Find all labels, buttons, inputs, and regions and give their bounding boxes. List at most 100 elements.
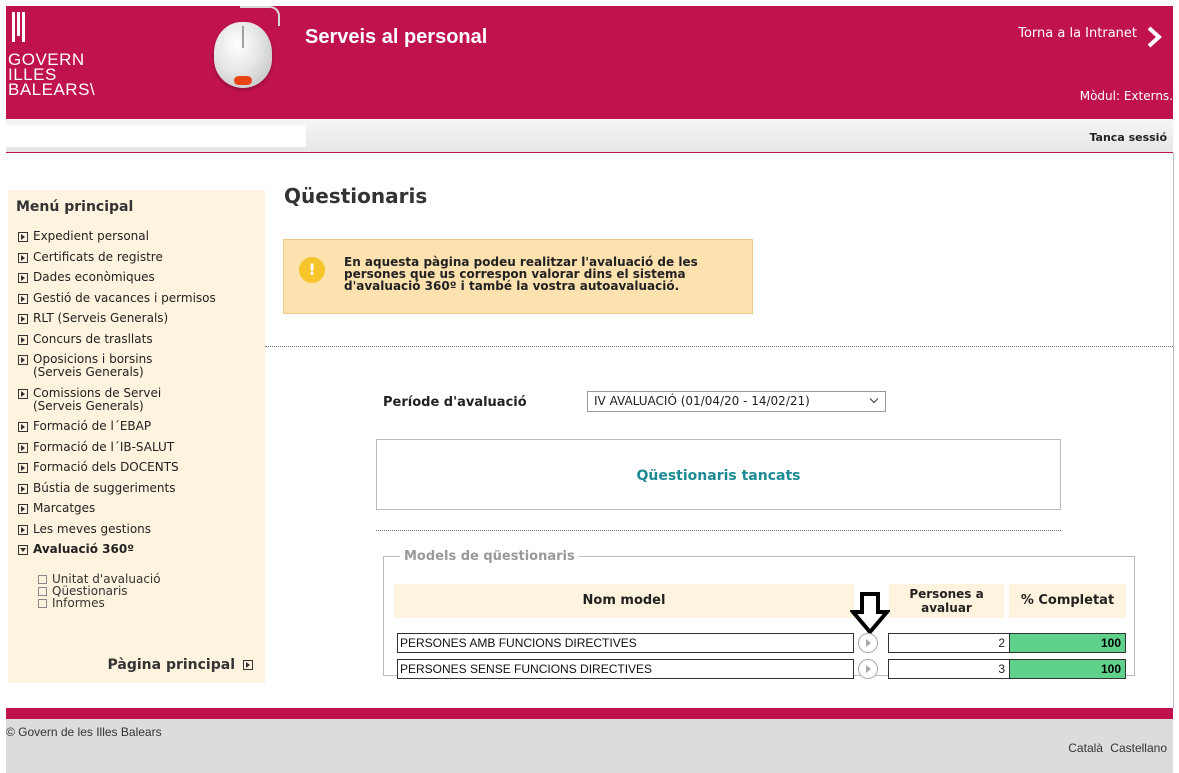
expand-icon	[18, 504, 28, 514]
completed-percent-cell: 100	[1009, 633, 1126, 653]
expand-icon	[18, 355, 28, 365]
persons-count-cell: 3	[888, 659, 1010, 679]
session-bar: Tanca sessió	[6, 119, 1173, 153]
logout-link[interactable]: Tanca sessió	[1089, 131, 1167, 144]
play-icon[interactable]	[858, 659, 878, 679]
copyright: © Govern de les Illes Balears	[6, 725, 162, 739]
sidebar-item-label: Comissions de Servei (Serveis Generals)	[33, 385, 162, 413]
info-notice: ! En aquesta pàgina podeu realitzar l'av…	[283, 239, 753, 314]
sidebar-item-rlt[interactable]: RLT (Serveis Generals)	[18, 312, 263, 325]
divider	[376, 530, 1061, 531]
sidebar-item-formacio-ibsalut[interactable]: Formació de l´IB-SALUT	[18, 439, 263, 454]
expand-icon	[18, 422, 28, 432]
submenu-item-informes[interactable]: Informes	[38, 597, 161, 609]
period-label: Període d'avaluació	[383, 395, 527, 410]
computer-mouse-icon	[214, 22, 272, 88]
bullet-icon	[38, 574, 47, 584]
content-border	[1173, 153, 1174, 708]
expand-icon	[18, 252, 28, 263]
home-page-label: Pàgina principal	[107, 657, 236, 673]
sidebar-item-label: Formació de l´IB-SALUT	[33, 439, 175, 454]
column-header-completed: % Completat	[1009, 584, 1126, 618]
sidebar-item-label: Concurs de trasllats	[33, 331, 153, 346]
notice-text: En aquesta pàgina podeu realitzar l'aval…	[344, 255, 698, 293]
persons-count-cell: 2	[888, 633, 1010, 653]
sidebar-item-label: Formació de l´EBAP	[33, 419, 152, 433]
bullet-icon	[38, 586, 47, 596]
user-name-area	[6, 125, 306, 147]
period-select-value: IV AVALUACIÓ (01/04/20 - 14/02/21)	[594, 394, 810, 408]
sidebar-item-formacio-docents[interactable]: Formació dels DOCENTS	[18, 461, 263, 474]
column-header-persons: Persones a avaluar	[889, 584, 1004, 618]
sidebar-item-label: Avaluació 360º	[33, 542, 134, 556]
app-header: GOVERN ILLES BALEARS\ Serveis al persona…	[6, 6, 1173, 119]
play-icon[interactable]	[858, 633, 878, 653]
footer: © Govern de les Illes Balears Català Cas…	[6, 719, 1173, 773]
language-castellano-link[interactable]: Castellano	[1110, 741, 1167, 755]
sidebar-item-label: Gestió de vacances i permisos	[33, 290, 216, 305]
sidebar-item-oposicions[interactable]: Oposicions i borsins (Serveis Generals)	[18, 353, 263, 379]
sidebar-item-label: Dades econòmiques	[33, 270, 155, 284]
sidebar-item-meves-gestions[interactable]: Les meves gestions	[18, 521, 263, 536]
sidebar-item-dades-economiques[interactable]: Dades econòmiques	[18, 271, 263, 284]
expand-icon	[18, 388, 28, 399]
sidebar-item-bustia[interactable]: Bústia de suggeriments	[18, 480, 263, 495]
closed-questionnaires-link[interactable]: Qüestionaris tancats	[377, 468, 1060, 484]
sidebar-title: Menú principal	[16, 199, 134, 215]
expand-icon	[18, 273, 28, 283]
page-title: Qüestionaris	[284, 184, 428, 208]
govern-logo[interactable]: GOVERN ILLES BALEARS\	[6, 6, 136, 119]
chevron-right-icon[interactable]	[1145, 26, 1163, 48]
expand-icon	[18, 314, 28, 324]
sidebar-item-expedient-personal[interactable]: Expedient personal	[18, 230, 263, 243]
expand-icon	[18, 232, 28, 242]
collapse-icon	[18, 545, 28, 555]
bullet-icon	[38, 598, 47, 608]
warning-icon: !	[299, 257, 325, 283]
model-name-cell: PERSONES SENSE FUNCIONS DIRECTIVES	[397, 659, 854, 679]
govern-logo-text: GOVERN ILLES BALEARS\	[8, 51, 96, 99]
sidebar-item-comissions[interactable]: Comissions de Servei (Serveis Generals)	[18, 385, 263, 413]
footer-bar	[6, 708, 1173, 719]
avaluacio-submenu: Unitat d'avaluació Qüestionaris Informes	[38, 573, 161, 609]
column-header-name: Nom model	[394, 584, 854, 618]
sidebar-item-label: Les meves gestions	[33, 521, 152, 536]
divider	[265, 346, 1173, 347]
sidebar-item-certificats[interactable]: Certificats de registre	[18, 249, 263, 264]
arrow-down-icon	[850, 592, 890, 634]
language-switcher: Català Castellano	[1064, 741, 1167, 755]
expand-icon	[18, 442, 28, 453]
logo-line: BALEARS\	[8, 80, 96, 99]
models-fieldset: Models de qüestionaris Nom model Persone…	[383, 549, 1135, 679]
expand-icon	[18, 334, 28, 345]
module-label: Mòdul: Externs.	[1079, 89, 1173, 103]
sidebar-item-label: Expedient personal	[33, 229, 149, 243]
sidebar-item-label: Certificats de registre	[33, 249, 163, 264]
expand-icon	[18, 483, 28, 494]
language-catala-link[interactable]: Català	[1068, 741, 1103, 755]
sidebar-item-formacio-ebap[interactable]: Formació de l´EBAP	[18, 420, 263, 433]
sidebar-item-vacances[interactable]: Gestió de vacances i permisos	[18, 290, 263, 305]
expand-icon	[243, 660, 253, 670]
sidebar-item-label: Marcatges	[33, 501, 96, 515]
model-name-cell: PERSONES AMB FUNCIONS DIRECTIVES	[397, 633, 854, 653]
completed-percent-cell: 100	[1009, 659, 1126, 679]
expand-icon	[18, 463, 28, 473]
sidebar-item-label: Formació dels DOCENTS	[33, 460, 179, 474]
home-page-link[interactable]: Pàgina principal	[107, 657, 253, 673]
sidebar-item-label: RLT (Serveis Generals)	[33, 311, 169, 325]
sidebar-item-label: Oposicions i borsins (Serveis Generals)	[33, 352, 153, 379]
sidebar-item-label: Bústia de suggeriments	[33, 480, 176, 495]
app-title: Serveis al personal	[305, 26, 488, 48]
sidebar-item-marcatges[interactable]: Marcatges	[18, 502, 263, 515]
main-menu: Expedient personal Certificats de regist…	[18, 230, 263, 564]
sidebar-item-concurs[interactable]: Concurs de trasllats	[18, 331, 263, 346]
govern-logo-mark-icon	[12, 12, 26, 42]
sidebar-item-avaluacio-360[interactable]: Avaluació 360º	[18, 543, 263, 556]
period-select[interactable]: IV AVALUACIÓ (01/04/20 - 14/02/21)	[587, 391, 886, 412]
expand-icon	[18, 524, 28, 535]
submenu-item-label: Informes	[52, 596, 105, 610]
sidebar: Menú principal Expedient personal Certif…	[8, 190, 265, 683]
models-legend: Models de qüestionaris	[404, 549, 575, 564]
back-to-intranet-link[interactable]: Torna a la Intranet	[1018, 26, 1137, 41]
